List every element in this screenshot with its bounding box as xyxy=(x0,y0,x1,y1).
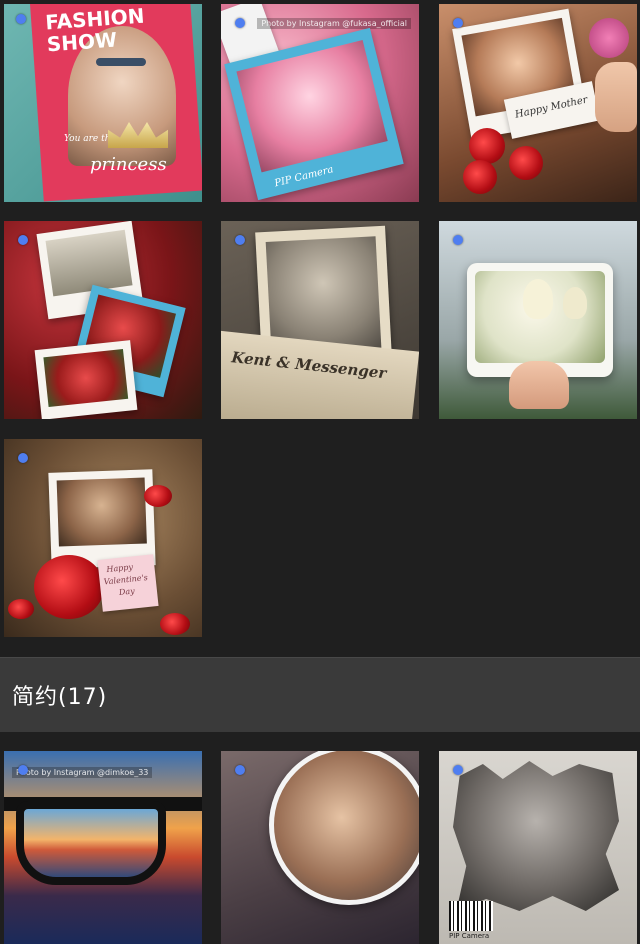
barcode-label: PIP Camera xyxy=(449,932,490,940)
fashion-title: FASHION SHOW xyxy=(44,4,146,57)
blue-dot-icon xyxy=(16,14,26,24)
blue-dot-icon xyxy=(18,235,28,245)
template-tile-vintage-newspaper[interactable]: Kent & Messenger xyxy=(221,221,419,419)
template-tile-cherry-blossom[interactable]: Photo by Instagram @fukasa_official PIP … xyxy=(221,4,419,202)
note-line: Valentine's xyxy=(103,572,149,587)
curved-photo-frame xyxy=(467,263,613,377)
rose-petal xyxy=(144,485,172,507)
template-tile-valentines[interactable]: Happy Valentine's Day xyxy=(4,439,202,637)
polaroid-label: PIP Camera xyxy=(273,164,335,190)
polaroid-frame xyxy=(48,469,156,569)
hand-decoration xyxy=(595,62,637,132)
hand-decoration xyxy=(509,361,569,409)
blue-dot-icon xyxy=(453,18,463,28)
blue-dot-icon xyxy=(453,765,463,775)
template-tile-circle-couple[interactable] xyxy=(221,751,419,944)
template-tile-glasses[interactable]: Photo by Instagram @dimkoe_33 xyxy=(4,751,202,944)
circle-photo-frame xyxy=(269,751,419,905)
fashion-script: princess xyxy=(90,154,167,175)
rose-petal xyxy=(160,613,190,635)
blue-dot-icon xyxy=(235,765,245,775)
blue-dot-icon xyxy=(18,453,28,463)
template-tile-rose-collage[interactable]: PIP Camera xyxy=(4,221,202,419)
note-line: Happy xyxy=(106,562,134,575)
blue-dot-icon xyxy=(235,18,245,28)
carnation-flower xyxy=(469,128,505,164)
photo-credit: Photo by Instagram @fukasa_official xyxy=(257,18,411,29)
template-tile-torn-paper[interactable]: PIP Camera xyxy=(439,751,637,944)
carnation-flower xyxy=(509,146,543,180)
torn-paper-hole xyxy=(453,761,619,911)
rose-petal xyxy=(8,599,34,619)
section-header-simple[interactable]: 简约(17) xyxy=(0,657,640,732)
newspaper-headline: Kent & Messenger xyxy=(230,348,388,383)
section-title: 简约(17) xyxy=(12,685,108,710)
blue-dot-icon xyxy=(453,235,463,245)
template-tile-tulip-photo[interactable] xyxy=(439,221,637,419)
note-line: Day xyxy=(118,586,136,597)
glasses-frame xyxy=(4,797,202,887)
valentine-note: Happy Valentine's Day xyxy=(97,554,159,612)
template-tile-mothers-day[interactable]: Happy Mother xyxy=(439,4,637,202)
blue-dot-icon xyxy=(18,765,28,775)
carnation-flower xyxy=(463,160,497,194)
polaroid-frame xyxy=(34,340,138,419)
template-tile-fashion-show[interactable]: FASHION SHOW You are the princess xyxy=(4,4,202,202)
card-label: Happy Mother xyxy=(514,94,589,121)
rose-decoration xyxy=(34,555,104,619)
blue-dot-icon xyxy=(235,235,245,245)
photo-credit: Photo by Instagram @dimkoe_33 xyxy=(12,767,153,778)
barcode xyxy=(449,901,493,931)
